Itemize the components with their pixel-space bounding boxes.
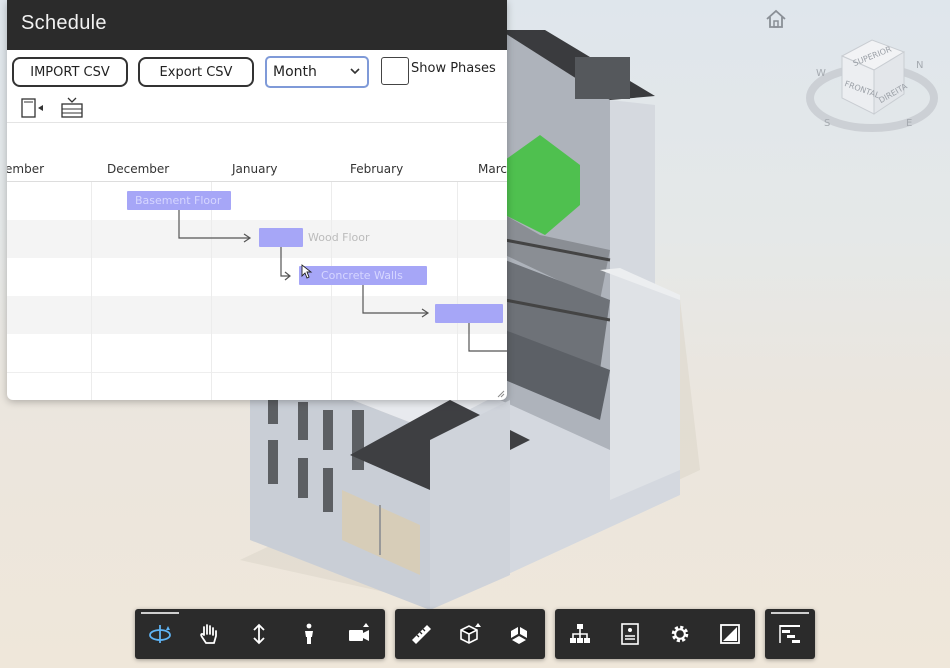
view-mode-value: Month — [273, 64, 317, 80]
camera-icon — [349, 623, 369, 641]
model-browser-icon — [570, 624, 590, 643]
task-label: Concrete Walls — [321, 269, 403, 282]
measure-button[interactable] — [401, 614, 441, 654]
orbit-button[interactable] — [140, 614, 180, 654]
compass-n: N — [916, 60, 923, 71]
fullscreen-button[interactable] — [710, 614, 750, 654]
first-person-button[interactable] — [289, 614, 329, 654]
properties-button[interactable] — [610, 614, 650, 654]
measure-ruler-icon — [412, 625, 431, 644]
fullscreen-icon — [720, 624, 740, 644]
compass-w: W — [816, 68, 826, 79]
zoom-button[interactable] — [239, 614, 279, 654]
collapse-columns-icon[interactable] — [19, 96, 45, 120]
show-phases-label[interactable]: Show Phases — [411, 61, 496, 76]
navigation-toolbar — [135, 609, 385, 659]
first-person-icon — [305, 623, 313, 644]
expand-rows-icon[interactable] — [59, 96, 85, 120]
schedule-toolbar — [765, 609, 815, 659]
task-bar[interactable] — [435, 304, 503, 323]
schedule-title-bar[interactable]: Schedule — [7, 0, 507, 50]
chevron-down-icon — [350, 68, 360, 75]
properties-icon — [621, 623, 639, 645]
zoom-vertical-icon — [253, 623, 265, 645]
show-phases-checkbox[interactable] — [381, 57, 409, 85]
gantt-chart[interactable]: ember December January February March Ba… — [7, 122, 507, 400]
section-box-icon — [460, 623, 481, 644]
export-csv-button[interactable]: Export CSV — [138, 57, 254, 87]
import-csv-button[interactable]: IMPORT CSV — [12, 57, 128, 87]
view-mode-select[interactable]: Month — [265, 56, 369, 88]
settings-toolbar — [555, 609, 755, 659]
pan-hand-icon — [200, 624, 217, 644]
model-tools-toolbar — [395, 609, 545, 659]
pan-button[interactable] — [189, 614, 229, 654]
viewcube[interactable]: SUPERIOR FRONTAL DIREITA N S E W — [804, 28, 944, 138]
explode-button[interactable] — [499, 614, 539, 654]
home-icon[interactable] — [764, 8, 788, 30]
schedule-gantt-icon — [779, 625, 800, 643]
task-label: Basement Floor — [135, 194, 222, 207]
schedule-title: Schedule — [21, 12, 107, 34]
schedule-button[interactable] — [770, 614, 810, 654]
task-bar[interactable]: Basement Floor — [127, 191, 231, 210]
orbit-icon — [149, 625, 171, 643]
settings-gear-icon — [671, 625, 689, 643]
explode-cube-icon — [511, 627, 527, 644]
resize-grip-icon[interactable] — [497, 390, 505, 398]
schedule-panel: Schedule IMPORT CSV Export CSV Month Sho… — [7, 0, 507, 400]
section-button[interactable] — [450, 614, 490, 654]
model-browser-button[interactable] — [560, 614, 600, 654]
camera-button[interactable] — [339, 614, 379, 654]
task-bar[interactable]: Concrete Walls — [299, 266, 427, 285]
mouse-cursor-icon — [301, 264, 313, 279]
dependency-links — [178, 210, 507, 352]
settings-button[interactable] — [660, 614, 700, 654]
compass-s: S — [824, 118, 830, 129]
compass-e: E — [906, 118, 912, 129]
task-bar[interactable] — [259, 228, 303, 247]
task-label: Wood Floor — [308, 231, 370, 244]
